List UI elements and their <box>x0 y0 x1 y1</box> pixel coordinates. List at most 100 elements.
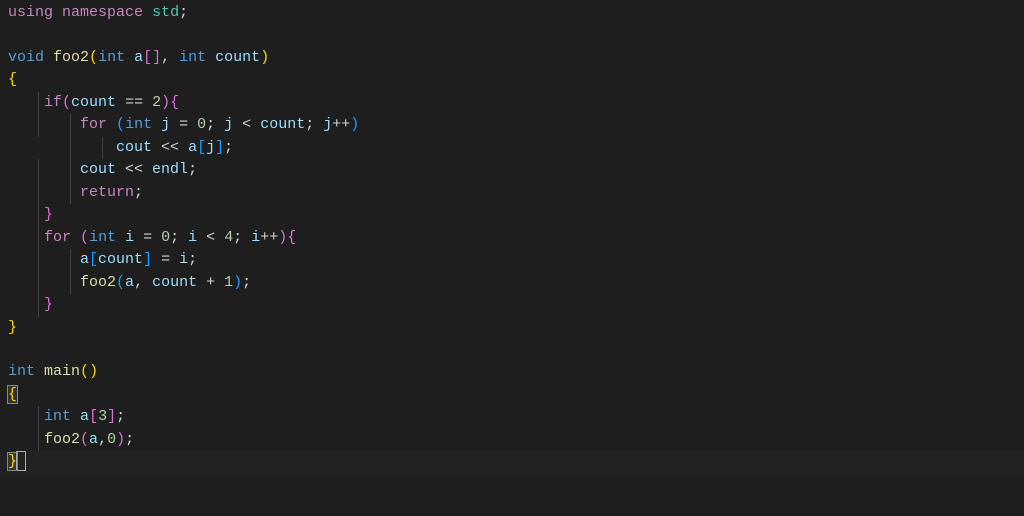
var-j: j <box>161 116 170 133</box>
code-line-12: a[count] = i; <box>0 249 1024 272</box>
var-count: count <box>71 94 116 111</box>
identifier-std: std <box>152 4 179 21</box>
comma: , <box>134 274 152 291</box>
var-count: count <box>260 116 305 133</box>
brace-open: { <box>8 386 17 403</box>
paren-open: ( <box>80 229 89 246</box>
code-line-2 <box>0 25 1024 47</box>
code-line-9: return; <box>0 182 1024 205</box>
keyword-if: if <box>44 94 62 111</box>
bracket-close: ] <box>143 251 152 268</box>
var-a: a <box>80 251 89 268</box>
code-line-6: for (int j = 0; j < count; j++) <box>0 114 1024 137</box>
code-line-7: cout << a[j]; <box>0 137 1024 160</box>
var-a: a <box>89 431 98 448</box>
type-int: int <box>125 116 152 133</box>
code-line-15: } <box>0 317 1024 340</box>
semicolon: ; <box>170 229 188 246</box>
number-2: 2 <box>152 94 161 111</box>
comma: , <box>161 49 179 66</box>
var-a: a <box>188 139 197 156</box>
semicolon: ; <box>206 116 224 133</box>
keyword-for: for <box>44 229 71 246</box>
number-4: 4 <box>224 229 233 246</box>
op-assign: = <box>170 116 197 133</box>
semicolon: ; <box>188 161 197 178</box>
var-a: a <box>125 274 134 291</box>
semicolon: ; <box>305 116 323 133</box>
code-line-1: using namespace std; <box>0 2 1024 25</box>
type-void: void <box>8 49 44 66</box>
code-line-4: { <box>0 69 1024 92</box>
op-assign: = <box>134 229 161 246</box>
semicolon: ; <box>233 229 251 246</box>
paren-close: ) <box>260 49 269 66</box>
var-cout: cout <box>80 161 116 178</box>
type-int: int <box>179 49 206 66</box>
paren-open: ( <box>80 363 89 380</box>
code-line-5: if(count == 2){ <box>0 92 1024 115</box>
semicolon: ; <box>179 4 188 21</box>
paren-close: ) <box>161 94 170 111</box>
code-line-16 <box>0 339 1024 361</box>
var-i: i <box>251 229 260 246</box>
paren-open: ( <box>116 116 125 133</box>
type-int: int <box>8 363 35 380</box>
op-lt: < <box>197 229 224 246</box>
number-0: 0 <box>161 229 170 246</box>
type-int: int <box>44 408 71 425</box>
code-line-13: foo2(a, count + 1); <box>0 272 1024 295</box>
code-line-18: { <box>0 384 1024 407</box>
op-inc: ++ <box>332 116 350 133</box>
function-foo2: foo2 <box>80 274 116 291</box>
var-j: j <box>323 116 332 133</box>
op-insert: << <box>116 161 152 178</box>
var-i: i <box>188 229 197 246</box>
paren-close: ) <box>278 229 287 246</box>
paren-close: ) <box>350 116 359 133</box>
semicolon: ; <box>188 251 197 268</box>
keyword-for: for <box>80 116 107 133</box>
brace-open: { <box>170 94 179 111</box>
var-a: a <box>80 408 89 425</box>
var-i: i <box>125 229 134 246</box>
var-j: j <box>224 116 233 133</box>
brace-close: } <box>8 453 17 470</box>
code-line-11: for (int i = 0; i < 4; i++){ <box>0 227 1024 250</box>
semicolon: ; <box>224 139 233 156</box>
var-endl: endl <box>152 161 188 178</box>
param-count: count <box>215 49 260 66</box>
type-int: int <box>89 229 116 246</box>
brace-open: { <box>287 229 296 246</box>
cursor <box>17 452 25 470</box>
code-editor[interactable]: using namespace std; void foo2(int a[], … <box>0 0 1024 476</box>
number-0: 0 <box>197 116 206 133</box>
semicolon: ; <box>125 431 134 448</box>
number-3: 3 <box>98 408 107 425</box>
op-insert: << <box>152 139 188 156</box>
bracket-close: ] <box>107 408 116 425</box>
paren-close: ) <box>233 274 242 291</box>
semicolon: ; <box>134 184 143 201</box>
code-line-10: } <box>0 204 1024 227</box>
keyword-using: using <box>8 4 53 21</box>
var-i: i <box>179 251 188 268</box>
brackets: [] <box>143 49 161 66</box>
var-j: j <box>206 139 215 156</box>
var-count: count <box>98 251 143 268</box>
paren-open: ( <box>62 94 71 111</box>
code-line-8: cout << endl; <box>0 159 1024 182</box>
paren-close: ) <box>116 431 125 448</box>
var-count: count <box>152 274 197 291</box>
bracket-open: [ <box>197 139 206 156</box>
code-line-20: foo2(a,0); <box>0 429 1024 452</box>
op-inc: ++ <box>260 229 278 246</box>
code-line-14: } <box>0 294 1024 317</box>
paren-open: ( <box>89 49 98 66</box>
brace-open: { <box>8 71 17 88</box>
comma: , <box>98 431 107 448</box>
bracket-open: [ <box>89 251 98 268</box>
number-0: 0 <box>107 431 116 448</box>
paren-open: ( <box>116 274 125 291</box>
code-line-17: int main() <box>0 361 1024 384</box>
